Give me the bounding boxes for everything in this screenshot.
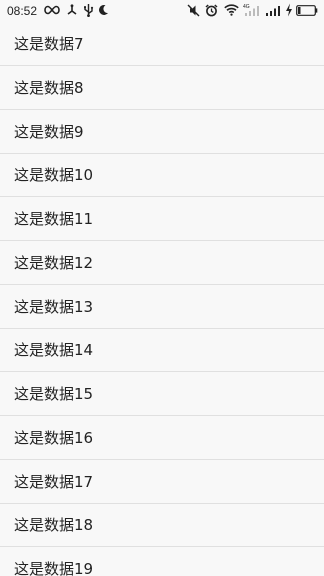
list-item-label: 这是数据10 bbox=[14, 166, 94, 185]
app-screen: 08:52 4G 这是数据7 这是数据8 这是数据9 这是数据10 这是数据11… bbox=[0, 0, 324, 576]
alarm-icon bbox=[205, 4, 218, 17]
list-item-label: 这是数据9 bbox=[14, 122, 84, 141]
signal-icon bbox=[266, 6, 280, 16]
status-time: 08:52 bbox=[7, 4, 38, 18]
list-item[interactable]: 这是数据11 bbox=[0, 197, 324, 241]
list-item-label: 这是数据11 bbox=[14, 210, 94, 229]
list-item-label: 这是数据7 bbox=[14, 35, 84, 53]
list-item[interactable]: 这是数据18 bbox=[0, 503, 324, 548]
list-item-label: 这是数据16 bbox=[14, 428, 94, 447]
list-item[interactable]: 这是数据12 bbox=[0, 241, 324, 285]
status-bar: 08:52 4G bbox=[0, 0, 324, 22]
list-item[interactable]: 这是数据9 bbox=[0, 109, 324, 154]
list-item-label: 这是数据15 bbox=[14, 385, 94, 404]
list-item[interactable]: 这是数据7 bbox=[0, 22, 324, 66]
list-item[interactable]: 这是数据16 bbox=[0, 416, 324, 460]
list-item-label: 这是数据19 bbox=[14, 560, 94, 576]
list-item-label: 这是数据17 bbox=[14, 472, 94, 491]
moon-icon bbox=[99, 4, 108, 15]
list-item[interactable]: 这是数据8 bbox=[0, 66, 324, 110]
charging-icon bbox=[286, 3, 292, 17]
list-item-label: 这是数据14 bbox=[14, 341, 94, 360]
list-item[interactable]: 这是数据19 bbox=[0, 547, 324, 576]
usb-icon bbox=[84, 4, 94, 17]
list-item-label: 这是数据13 bbox=[14, 297, 94, 316]
infinity-icon bbox=[44, 5, 60, 15]
list-item[interactable]: 这是数据15 bbox=[0, 372, 324, 416]
list-item[interactable]: 这是数据17 bbox=[0, 459, 324, 504]
list-item[interactable]: 这是数据13 bbox=[0, 284, 324, 329]
list-item-label: 这是数据18 bbox=[14, 516, 94, 535]
wifi-icon bbox=[224, 4, 239, 16]
signal-4g-icon: 4G bbox=[243, 4, 259, 16]
data-list[interactable]: 这是数据7 这是数据8 这是数据9 这是数据10 这是数据11 这是数据12 这是数据13 这… bbox=[0, 22, 324, 576]
battery-icon bbox=[296, 5, 318, 16]
list-item-label: 这是数据12 bbox=[14, 253, 94, 272]
list-item[interactable]: 这是数据14 bbox=[0, 328, 324, 373]
list-item[interactable]: 这是数据10 bbox=[0, 153, 324, 198]
svg-text:4G: 4G bbox=[243, 4, 250, 10]
vibrate-off-icon bbox=[187, 4, 200, 17]
usb-share-icon bbox=[67, 4, 77, 15]
list-item-label: 这是数据8 bbox=[14, 78, 84, 97]
